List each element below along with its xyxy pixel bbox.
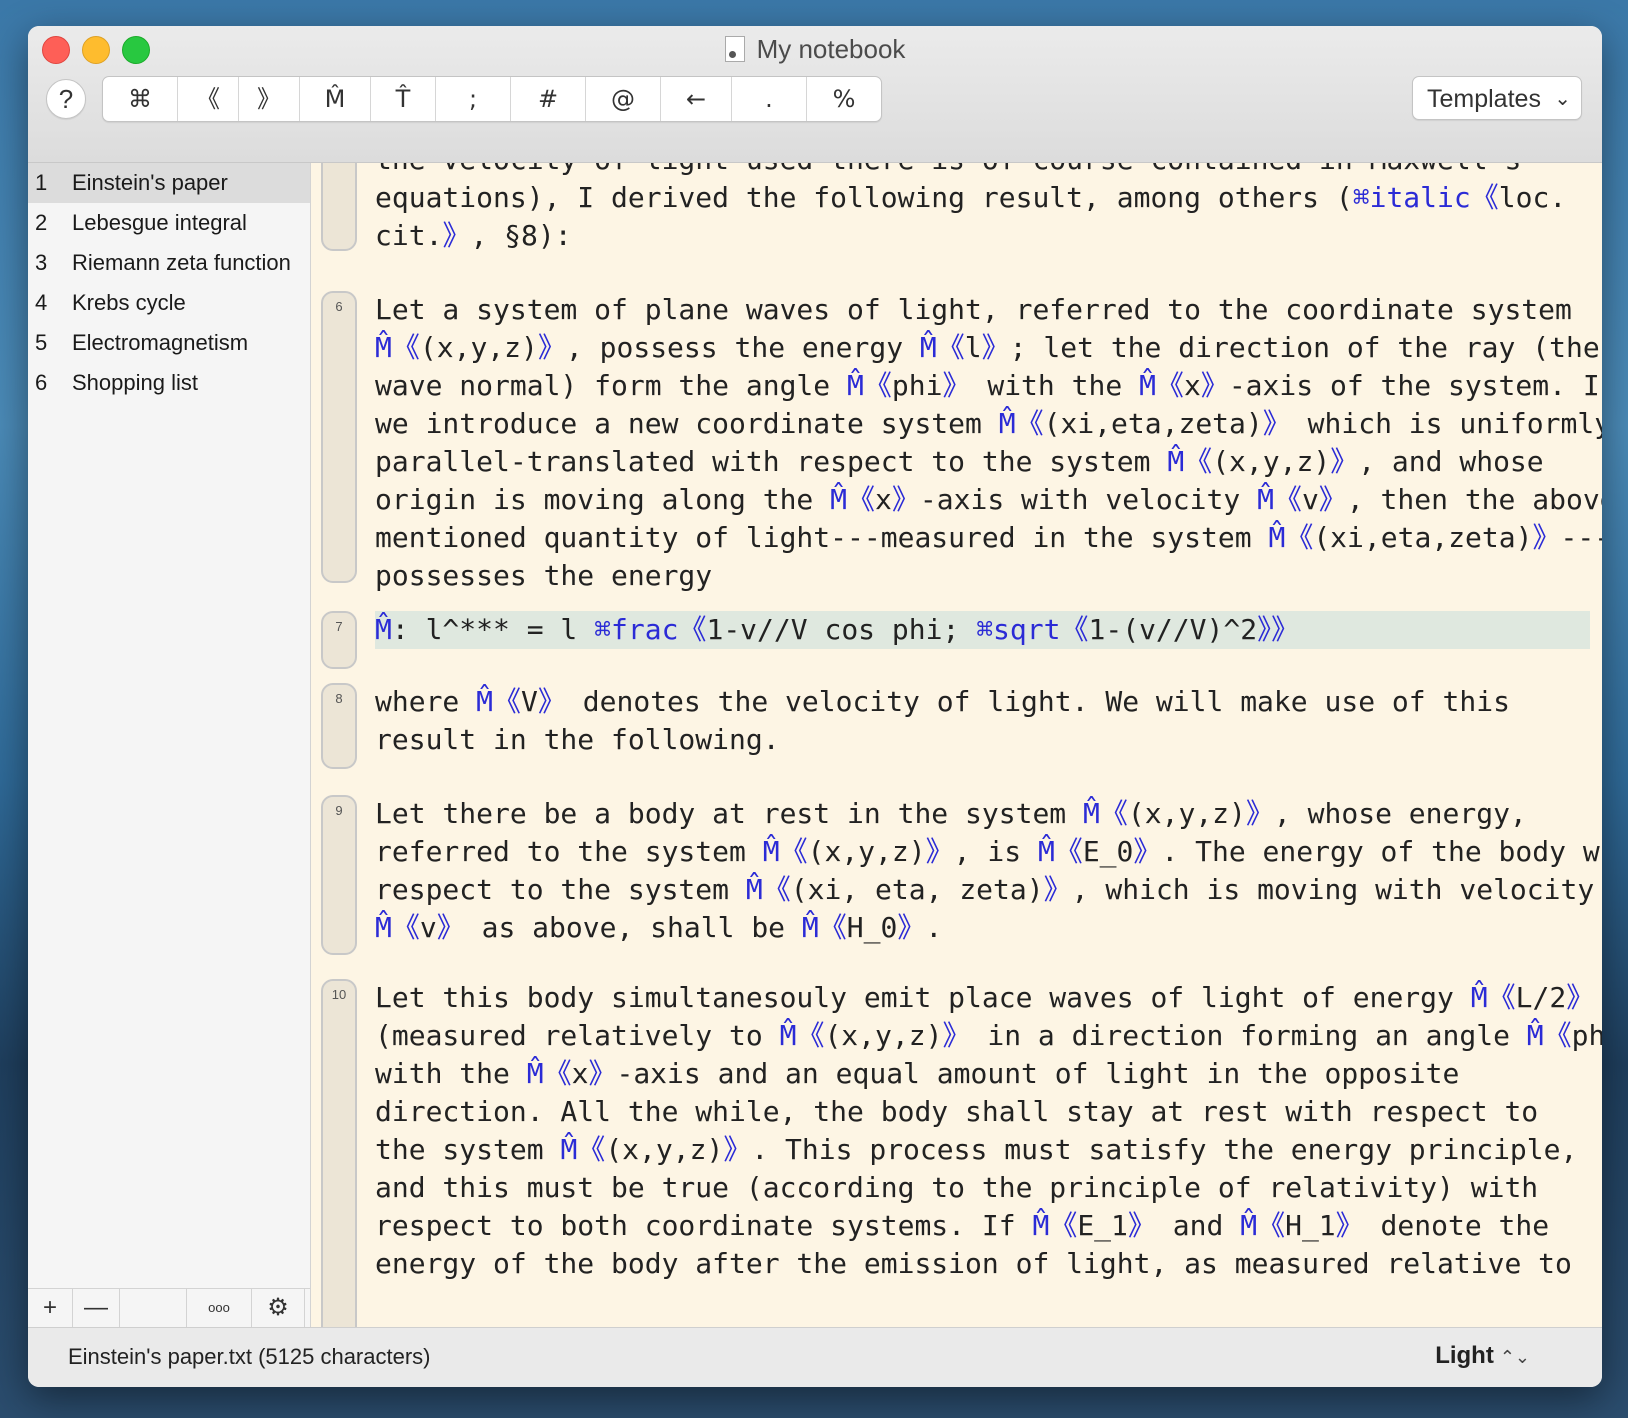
sidebar-item-label: Lebesgue integral	[72, 210, 247, 235]
text-line: origin is moving along the M̂《x》-axis wi…	[375, 483, 1602, 516]
cell-text[interactable]: where M̂《V》 denotes the velocity of ligh…	[375, 683, 1590, 759]
hash-icon[interactable]: #	[511, 77, 586, 121]
text-line: the velocity of light used there is of c…	[375, 163, 1590, 179]
text-line: equations), I derived the following resu…	[375, 181, 1567, 214]
cell-text[interactable]: the velocity of light used there is of c…	[375, 163, 1590, 255]
templates-label: Templates	[1427, 85, 1541, 113]
text-line: respect to both coordinate systems. If M…	[375, 1209, 1550, 1242]
text-line: M̂: l^*** = l ⌘frac《1-v//V cos phi; ⌘sqr…	[375, 613, 1300, 646]
text-line: Let this body simultanesouly emit place …	[375, 981, 1595, 1014]
cell-gutter[interactable]: 8	[321, 683, 357, 769]
sidebar-item[interactable]: 4 Krebs cycle	[28, 283, 310, 323]
text-line: direction. All the while, the body shall…	[375, 1095, 1539, 1128]
text-line: and this must be true (according to the …	[375, 1171, 1539, 1204]
cell-number: 6	[335, 299, 343, 314]
text-line: we introduce a new coordinate system M̂《…	[375, 407, 1602, 440]
window-title-text: My notebook	[756, 34, 906, 64]
text-line: wave normal) form the angle M̂《phi》 with…	[375, 369, 1602, 402]
notes-sidebar: 1 Einstein's paper 2 Lebesgue integral 3 Riem…	[28, 163, 311, 1288]
add-icon[interactable]: +	[28, 1289, 73, 1327]
sidebar-item-number: 1	[35, 170, 48, 195]
text-line: Let a system of plane waves of light, re…	[375, 293, 1572, 326]
text-line: (measured relatively to M̂《(x,y,z)》 in a…	[375, 1019, 1602, 1052]
text-line: with the M̂《x》-axis and an equal amount …	[375, 1057, 1460, 1090]
text-line: M̂《(x,y,z)》, possess the energy M̂《l》; l…	[375, 331, 1600, 364]
sidebar-item-number: 4	[35, 290, 48, 315]
sidebar-item[interactable]: 2 Lebesgue integral	[28, 203, 310, 243]
sidebar-item-number: 6	[35, 370, 48, 395]
text-line: where M̂《V》 denotes the velocity of ligh…	[375, 685, 1510, 718]
period-icon[interactable]: .	[732, 77, 807, 121]
theme-selector[interactable]: Light ⌃⌄	[1435, 1342, 1530, 1370]
text-mode-icon[interactable]: T̂	[371, 77, 436, 121]
theme-label: Light	[1435, 1342, 1494, 1369]
cell-gutter[interactable]: 7	[321, 611, 357, 669]
status-bar: Einstein's paper.txt (5125 characters) L…	[28, 1327, 1602, 1387]
text-line: parallel-translated with respect to the …	[375, 445, 1544, 478]
semicolon-icon[interactable]: ;	[436, 77, 511, 121]
sidebar-item-label: Shopping list	[72, 370, 198, 395]
sidebar-item-label: Riemann zeta function	[72, 250, 291, 275]
cell-text[interactable]: Let a system of plane waves of light, re…	[375, 291, 1602, 595]
cell-gutter[interactable]	[321, 163, 357, 251]
remove-icon[interactable]: —	[73, 1289, 120, 1327]
document-icon	[724, 36, 745, 62]
cell-text[interactable]: Let there be a body at rest in the syste…	[375, 795, 1602, 947]
close-guillemet-icon[interactable]: 》	[239, 77, 300, 121]
cell-number: 9	[335, 803, 343, 818]
file-info: Einstein's paper.txt (5125 characters)	[68, 1344, 431, 1369]
templates-dropdown[interactable]: Templates ⌄	[1412, 76, 1582, 120]
insert-toolbar: ⌘ 《》 M̂ T̂; # @ ←.%	[102, 76, 882, 122]
sidebar-actions: + — ooo ⚙	[28, 1288, 311, 1327]
cell-text[interactable]: Let this body simultanesouly emit place …	[375, 979, 1602, 1283]
cell-number: 10	[331, 987, 347, 1002]
sidebar-item[interactable]: 3 Riemann zeta function	[28, 243, 310, 283]
window-title: My notebook	[28, 34, 1602, 65]
sidebar-item[interactable]: 6 Shopping list	[28, 363, 310, 403]
sidebar-item-label: Electromagnetism	[72, 330, 249, 355]
text-line: referred to the system M̂《(x,y,z)》, is M…	[375, 835, 1602, 868]
notebook-window: My notebook ? ⌘ 《》 M̂ T̂; # @ ←.% Templates ⌄ …	[28, 26, 1602, 1387]
sidebar-item-label: Krebs cycle	[72, 290, 186, 315]
gear-icon[interactable]: ⚙	[252, 1289, 305, 1327]
text-line: energy of the body after the emission of…	[375, 1247, 1572, 1280]
text-line: respect to the system M̂《(xi, eta, zeta)…	[375, 873, 1595, 906]
at-icon[interactable]: @	[586, 77, 661, 121]
percent-icon[interactable]: %	[807, 77, 881, 121]
notebook-editor[interactable]: the velocity of light used there is of c…	[311, 163, 1602, 1327]
math-mode-icon[interactable]: M̂	[300, 77, 371, 121]
sidebar-item-label: Einstein's paper	[72, 170, 228, 195]
text-line: result in the following.	[375, 723, 780, 756]
sidebar-item-number: 3	[35, 250, 48, 275]
chevron-down-icon: ⌄	[1554, 88, 1571, 110]
help-button[interactable]: ?	[46, 79, 86, 119]
titlebar: My notebook ? ⌘ 《》 M̂ T̂; # @ ←.% Templates ⌄	[28, 26, 1602, 163]
open-guillemet-icon[interactable]: 《	[178, 77, 239, 121]
text-line: the system M̂《(x,y,z)》. This process mus…	[375, 1133, 1578, 1166]
text-line: mentioned quantity of light---measured i…	[375, 521, 1602, 554]
cell-gutter[interactable]: 6	[321, 291, 357, 583]
text-line: M̂《v》 as above, shall be M̂《H_0》.	[375, 911, 943, 944]
cell-gutter[interactable]: 10	[321, 979, 357, 1327]
cell-gutter[interactable]: 9	[321, 795, 357, 955]
command-icon[interactable]: ⌘	[103, 77, 178, 121]
sidebar-item[interactable]: 5 Electromagnetism	[28, 323, 310, 363]
text-line: Let there be a body at rest in the syste…	[375, 797, 1527, 830]
arrow-left-icon[interactable]: ←	[661, 77, 732, 121]
text-line: cit.》, §8):	[375, 219, 572, 252]
sidebar-item-number: 2	[35, 210, 48, 235]
up-down-chevron-icon: ⌃⌄	[1499, 1347, 1530, 1367]
sidebar-spacer	[120, 1289, 187, 1327]
cell-number: 7	[335, 619, 343, 634]
sidebar-item[interactable]: 1 Einstein's paper	[28, 163, 310, 203]
equation-text[interactable]: M̂: l^*** = l ⌘frac《1-v//V cos phi; ⌘sqr…	[375, 611, 1590, 649]
cell-number: 8	[335, 691, 343, 706]
grid-icon[interactable]: ooo	[187, 1289, 252, 1327]
sidebar-item-number: 5	[35, 330, 48, 355]
text-line: possesses the energy	[375, 559, 713, 592]
